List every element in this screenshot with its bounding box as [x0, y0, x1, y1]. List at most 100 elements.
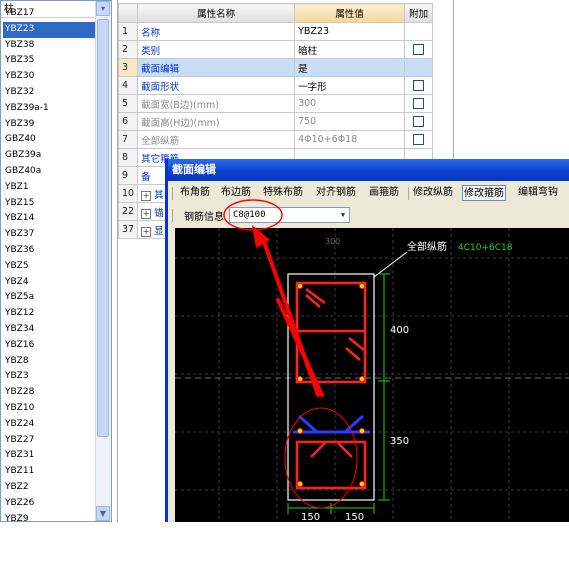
list-scrollbar[interactable]: ▾ ▼ — [95, 1, 111, 521]
list-item[interactable]: YBZ31 — [3, 448, 95, 464]
list-item[interactable]: YBZ5a — [3, 290, 95, 306]
row-number: 6 — [117, 112, 139, 131]
row-number-header — [117, 3, 139, 23]
property-value[interactable]: YBZ23 — [294, 22, 406, 41]
property-name: 名称 — [137, 22, 296, 41]
property-row[interactable]: 6 截面高(H边)(mm) 750 — [117, 112, 434, 131]
list-item[interactable]: YBZ37 — [3, 227, 95, 243]
dialog-title: 截面编辑 — [168, 159, 569, 181]
list-item[interactable]: YBZ14 — [3, 211, 95, 227]
rebar-info-label: 钢筋信息 — [184, 212, 224, 223]
property-row[interactable]: 1 名称 YBZ23 — [117, 22, 434, 41]
property-row[interactable]: 4 截面形状 一字形 — [117, 76, 434, 95]
list-item[interactable]: GBZ40a — [3, 164, 95, 180]
extra-checkbox[interactable] — [413, 98, 425, 109]
chevron-down-icon[interactable]: ▼ — [337, 208, 349, 222]
list-item[interactable]: YBZ2 — [3, 480, 95, 496]
row-number: 5 — [117, 94, 139, 113]
tool-edit-hook-button[interactable]: 编辑弯钩 — [518, 185, 558, 201]
list-item[interactable]: YBZ27 — [3, 433, 95, 449]
property-extra — [404, 58, 434, 77]
expand-icon[interactable]: + — [141, 190, 152, 201]
list-item[interactable]: YBZ36 — [3, 243, 95, 259]
list-item[interactable]: YBZ39 — [3, 117, 95, 133]
rebar-info-value: C8@100 — [233, 210, 266, 220]
extra-checkbox[interactable] — [413, 80, 425, 91]
rebar-info-combo[interactable]: C8@100 ▼ — [229, 207, 350, 223]
property-row[interactable]: 2 类别 暗柱 — [117, 40, 434, 59]
list-item[interactable]: YBZ17 — [3, 6, 95, 22]
row-number: 4 — [117, 76, 139, 95]
property-name-text: 其 — [154, 189, 164, 201]
list-item[interactable]: YBZ5 — [3, 259, 95, 275]
expand-icon[interactable]: + — [141, 226, 152, 237]
list-scrollbar-thumb[interactable] — [97, 19, 109, 437]
property-extra — [404, 130, 434, 149]
section-drawing-canvas[interactable]: 300 全部纵筋 4C10+6C18 400 350 150 150 — [175, 228, 569, 522]
list-item[interactable]: YBZ35 — [3, 53, 95, 69]
list-item[interactable]: YBZ38 — [3, 38, 95, 54]
dimension-350: 350 — [390, 436, 409, 447]
property-row[interactable]: 5 截面宽(B边)(mm) 300 — [117, 94, 434, 113]
scroll-down-icon[interactable]: ▾ — [96, 1, 110, 16]
property-name-text: 备 — [141, 171, 151, 183]
list-item[interactable]: YBZ10 — [3, 401, 95, 417]
toolbar-separator — [408, 187, 409, 200]
list-item[interactable]: GBZ39a — [3, 148, 95, 164]
tool-modify-longitudinal-button[interactable]: 修改纵筋 — [413, 185, 453, 201]
list-item[interactable]: YBZ9 — [3, 512, 95, 522]
list-item[interactable]: GBZ40 — [3, 132, 95, 148]
tool-edge-rebar-button[interactable]: 布边筋 — [221, 185, 251, 201]
property-name-header: 属性名称 — [137, 3, 296, 23]
property-value[interactable]: 750 — [294, 112, 406, 131]
property-value[interactable]: 一字形 — [294, 76, 406, 95]
tool-modify-stirrup-button[interactable]: 修改箍筋 — [462, 185, 506, 201]
tool-draw-stirrup-button[interactable]: 画箍筋 — [369, 185, 399, 201]
list-item[interactable]: YBZ32 — [3, 85, 95, 101]
property-extra — [404, 76, 434, 95]
property-row[interactable]: 3 截面编辑 是 — [117, 58, 434, 77]
list-item[interactable]: YBZ11 — [3, 464, 95, 480]
list-item[interactable]: YBZ8 — [3, 354, 95, 370]
row-number: 8 — [117, 148, 139, 167]
property-name-text: 截面高(H边)(mm) — [141, 117, 220, 129]
extra-checkbox[interactable] — [413, 116, 425, 127]
property-row[interactable]: 7 全部纵筋 4Φ10+6Φ18 — [117, 130, 434, 149]
row-number: 2 — [117, 40, 139, 59]
rebar-corner-dots — [297, 283, 365, 487]
row-number: 7 — [117, 130, 139, 149]
tool-align-rebar-button[interactable]: 对齐钢筋 — [316, 185, 356, 201]
expand-icon[interactable]: + — [141, 208, 152, 219]
property-name: 全部纵筋 — [137, 130, 296, 149]
property-value-header: 属性值 — [294, 3, 406, 23]
component-list[interactable]: YBZ17 YBZ23 YBZ38 YBZ35 YBZ30 YBZ32 YBZ39a-1 YB… — [3, 6, 95, 522]
scroll-down-icon[interactable]: ▼ — [96, 506, 110, 521]
extra-checkbox[interactable] — [413, 134, 425, 145]
property-name: 截面高(H边)(mm) — [137, 112, 296, 131]
dimension-150-left: 150 — [301, 512, 320, 522]
tool-special-rebar-button[interactable]: 特殊布筋 — [263, 185, 303, 201]
list-item[interactable]: YBZ28 — [3, 385, 95, 401]
tool-corner-rebar-button[interactable]: 布角筋 — [180, 185, 210, 201]
list-item[interactable]: YBZ30 — [3, 69, 95, 85]
property-name-text: 显 — [154, 225, 164, 237]
list-item[interactable]: YBZ39a-1 — [3, 101, 95, 117]
list-item[interactable]: YBZ12 — [3, 306, 95, 322]
list-item[interactable]: YBZ26 — [3, 496, 95, 512]
section-outline — [287, 273, 375, 501]
list-item[interactable]: YBZ16 — [3, 338, 95, 354]
extra-checkbox[interactable] — [413, 44, 425, 55]
list-item[interactable]: YBZ24 — [3, 417, 95, 433]
property-value[interactable]: 300 — [294, 94, 406, 113]
property-value[interactable]: 是 — [294, 58, 406, 77]
list-item[interactable]: YBZ23 — [3, 21, 95, 38]
rebar-info-row: 钢筋信息 C8@100 ▼ — [168, 205, 569, 225]
section-drawing[interactable]: 300 全部纵筋 4C10+6C18 400 350 150 150 — [175, 228, 569, 522]
list-item[interactable]: YBZ3 — [3, 369, 95, 385]
list-item[interactable]: YBZ34 — [3, 322, 95, 338]
list-item[interactable]: YBZ15 — [3, 196, 95, 212]
property-value[interactable]: 4Φ10+6Φ18 — [294, 130, 406, 149]
list-item[interactable]: YBZ1 — [3, 180, 95, 196]
property-value[interactable]: 暗柱 — [294, 40, 406, 59]
list-item[interactable]: YBZ4 — [3, 275, 95, 291]
